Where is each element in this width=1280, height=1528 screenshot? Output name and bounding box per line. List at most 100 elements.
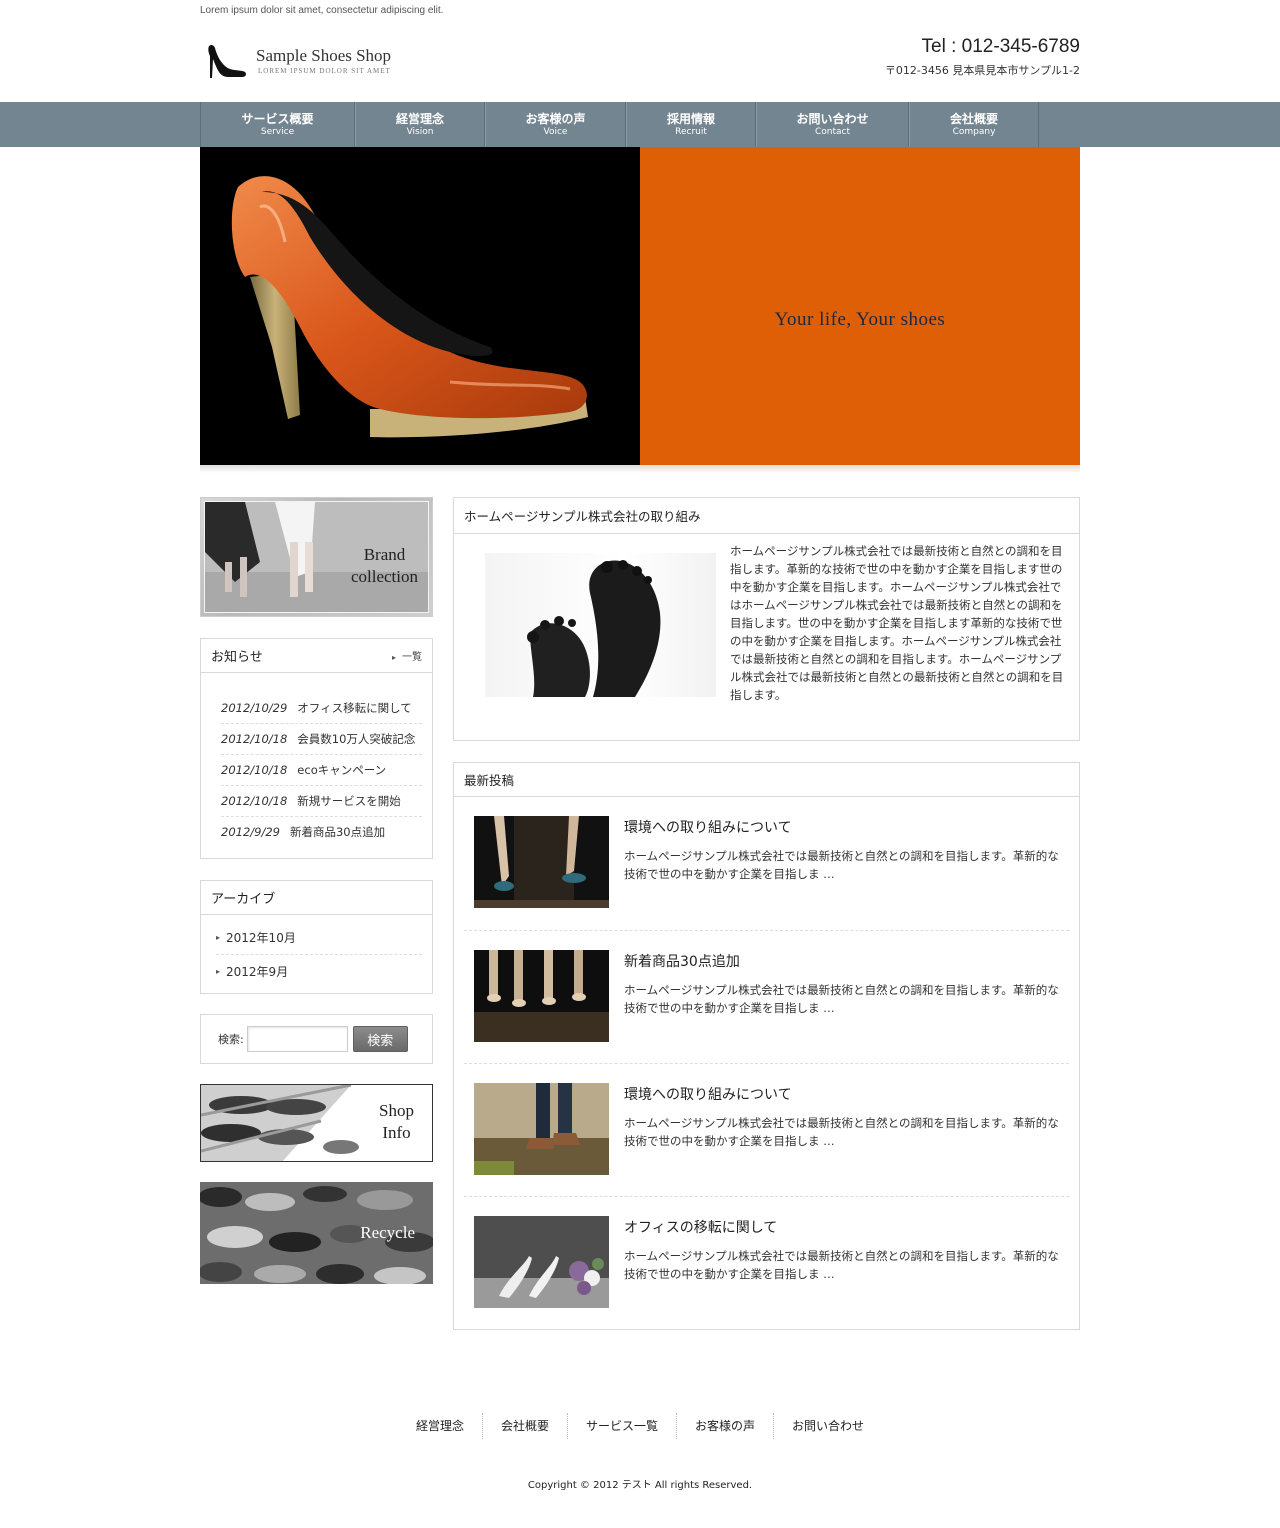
archive-item[interactable]: ▸ 2012年9月 — [216, 954, 422, 987]
news-item[interactable]: 2012/9/29 新着商品30点追加 — [221, 816, 422, 847]
site-logo[interactable]: Sample Shoes Shop LOREM IPSUM DOLOR SIT … — [206, 40, 406, 80]
nav-label: お客様の声 — [525, 111, 586, 126]
post-excerpt: ホームページサンプル株式会社では最新技術と自然との調和を目指します。革新的な技術… — [624, 1249, 1059, 1281]
news-item[interactable]: 2012/10/18 ecoキャンペーン — [221, 754, 422, 785]
post-title[interactable]: オフィスの移転に関して — [624, 1217, 777, 1237]
shop-info-banner[interactable]: Shop Info — [200, 1084, 433, 1162]
footer-link-company[interactable]: 会社概要 — [481, 1413, 567, 1439]
arrow-right-icon: ▸ — [391, 653, 396, 662]
archive-box: アーカイブ ▸ 2012年10月 ▸ 2012年9月 — [200, 880, 433, 994]
post-item[interactable]: 環境への取り組みについて ホームページサンプル株式会社では最新技術と自然との調和… — [464, 797, 1069, 930]
nav-item-voice[interactable]: お客様の声 Voice — [485, 102, 626, 147]
header-tagline: Lorem ipsum dolor sit amet, consectetur … — [200, 5, 444, 16]
post-thumbnail[interactable] — [474, 950, 609, 1042]
nav-label: サービス概要 — [241, 111, 314, 126]
news-text: オフィス移転に関して — [297, 700, 412, 715]
archive-label: 2012年9月 — [226, 964, 289, 979]
nav-label: 会社概要 — [949, 111, 998, 126]
nav-sublabel: Company — [952, 126, 996, 137]
news-text: 新着商品30点追加 — [289, 825, 386, 839]
hero-banner: Your life, Your shoes — [200, 147, 1080, 465]
post-excerpt: ホームページサンプル株式会社では最新技術と自然との調和を目指します。革新的な技術… — [624, 983, 1059, 1015]
news-text: 新規サービスを開始 — [297, 794, 401, 808]
nav-item-recruit[interactable]: 採用情報 Recruit — [626, 102, 756, 147]
archive-item[interactable]: ▸ 2012年10月 — [216, 921, 422, 954]
post-title[interactable]: 新着商品30点追加 — [624, 951, 740, 971]
news-more-link[interactable]: ▸ 一覧 — [392, 648, 422, 663]
intro-body: ホームページサンプル株式会社では最新技術と自然との調和を目指します。革新的な技術… — [454, 534, 1079, 740]
post-item[interactable]: オフィスの移転に関して ホームページサンプル株式会社では最新技術と自然との調和を… — [464, 1196, 1069, 1329]
feet-photo — [485, 553, 716, 697]
news-date: 2012/10/18 — [221, 732, 288, 746]
brand-banner-line2: collection — [350, 567, 418, 586]
news-item[interactable]: 2012/10/18 新規サービスを開始 — [221, 785, 422, 816]
nav-item-company[interactable]: 会社概要 Company — [909, 102, 1039, 147]
hero-shoe-image — [200, 147, 640, 465]
intro-text: ホームページサンプル株式会社では最新技術と自然との調和を目指します。革新的な技術… — [730, 544, 1064, 702]
latest-posts-title: 最新投稿 — [454, 763, 1079, 797]
post-thumbnail[interactable] — [474, 816, 609, 908]
shop-banner-line1: Shop — [379, 1101, 414, 1120]
news-date: 2012/10/29 — [221, 700, 288, 715]
logo-title: Sample Shoes Shop — [256, 46, 392, 65]
news-item[interactable]: 2012/10/29 オフィス移転に関して — [221, 692, 422, 723]
brand-banner-line1: Brand — [363, 545, 406, 564]
logo-subtitle: LOREM IPSUM DOLOR SIT AMET — [258, 67, 391, 75]
news-title: お知らせ — [211, 650, 263, 665]
nav-label: 経営理念 — [395, 111, 444, 126]
post-item[interactable]: 環境への取り組みについて ホームページサンプル株式会社では最新技術と自然との調和… — [464, 1063, 1069, 1196]
intro-title: ホームページサンプル株式会社の取り組み — [454, 498, 1079, 534]
archive-title: アーカイブ — [211, 892, 276, 907]
hero-shadow — [200, 465, 1080, 473]
search-button[interactable]: 検索 — [352, 1026, 408, 1052]
shop-banner-text: Shop Info — [379, 1100, 414, 1144]
footer-link-vision[interactable]: 経営理念 — [398, 1413, 482, 1439]
high-heel-logo-icon — [208, 44, 246, 78]
archive-box-header: アーカイブ — [201, 881, 432, 915]
news-date: 2012/10/18 — [221, 794, 288, 808]
search-input[interactable] — [246, 1026, 348, 1052]
news-box-header: お知らせ ▸ 一覧 — [201, 639, 432, 673]
post-thumbnail[interactable] — [474, 1216, 609, 1308]
nav-item-contact[interactable]: お問い合わせ Contact — [756, 102, 909, 147]
post-item[interactable]: 新着商品30点追加 ホームページサンプル株式会社では最新技術と自然との調和を目指… — [464, 930, 1069, 1063]
archive-list: ▸ 2012年10月 ▸ 2012年9月 — [201, 915, 432, 993]
nav-sublabel: Voice — [543, 126, 568, 137]
sidebar: Brand collection お知らせ ▸ 一覧 2012/10/29 オフィス… — [200, 497, 433, 1284]
brand-banner-inner: Brand collection — [204, 501, 429, 613]
arrow-right-icon: ▸ — [216, 966, 221, 976]
recycle-banner-text: Recycle — [360, 1223, 415, 1242]
nav-sublabel: Recruit — [675, 126, 707, 137]
copyright: Copyright © 2012 テスト All rights Reserved… — [527, 1480, 753, 1491]
main-content: ホームページサンプル株式会社の取り組み ホームページサンプル株式会社では最新技術… — [453, 497, 1080, 1330]
post-title[interactable]: 環境への取り組みについて — [624, 1084, 792, 1104]
arrow-right-icon: ▸ — [216, 933, 221, 942]
footer-link-contact[interactable]: お問い合わせ — [773, 1413, 882, 1439]
nav-sublabel: Service — [260, 126, 295, 137]
footer-link-services[interactable]: サービス一覧 — [566, 1413, 676, 1439]
news-date: 2012/10/18 — [221, 763, 288, 777]
news-text: ecoキャンペーン — [297, 763, 387, 777]
recycle-banner[interactable]: Recycle — [200, 1182, 433, 1284]
ballet-feet-photo-icon — [474, 950, 609, 1042]
post-excerpt: ホームページサンプル株式会社では最新技術と自然との調和を目指します。革新的な技術… — [624, 1116, 1059, 1148]
brand-banner-text: Brand collection — [351, 544, 418, 588]
latest-posts-box: 最新投稿 環境への取り組みについて ホームページサンプル株式会社では最新技術と自… — [453, 762, 1080, 1330]
archive-label: 2012年10月 — [226, 931, 296, 945]
post-thumbnail[interactable] — [474, 1083, 609, 1175]
nav-item-vision[interactable]: 経営理念 Vision — [355, 102, 485, 147]
hero-slogan: Your life, Your shoes — [774, 309, 946, 330]
dancing-heels-photo-icon — [474, 816, 609, 908]
brand-collection-banner[interactable]: Brand collection — [200, 497, 433, 617]
phone-number[interactable]: Tel : 012-345-6789 — [922, 36, 1080, 58]
nav-item-service[interactable]: サービス概要 Service — [201, 102, 355, 147]
news-item[interactable]: 2012/10/18 会員数10万人突破記念 — [221, 723, 422, 754]
heels-and-flowers-photo-icon — [474, 1216, 609, 1308]
address: 〒012-3456 見本県見本市サンプル1-2 — [884, 64, 1080, 77]
post-title[interactable]: 環境への取り組みについて — [624, 817, 792, 837]
search-label: 検索: — [218, 1033, 244, 1046]
footer-link-voice[interactable]: お客様の声 — [676, 1413, 773, 1439]
post-list: 環境への取り組みについて ホームページサンプル株式会社では最新技術と自然との調和… — [454, 797, 1079, 1329]
news-more-label: 一覧 — [402, 652, 422, 663]
shop-banner-line2: Info — [382, 1123, 411, 1142]
